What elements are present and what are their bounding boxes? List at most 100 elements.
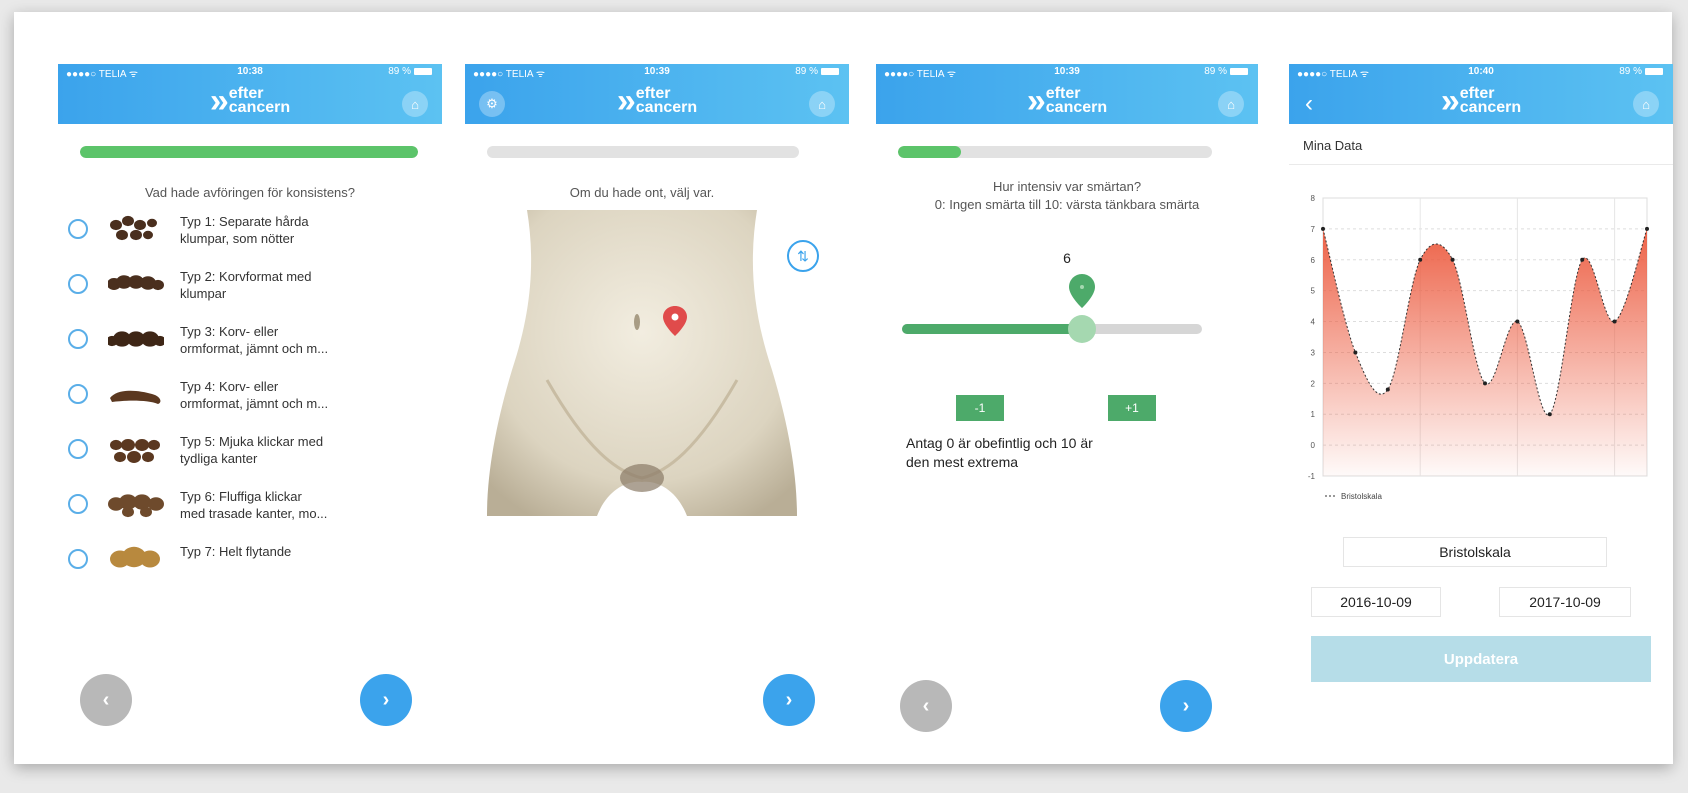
y-tick-label: -1 [1308,472,1316,481]
data-point[interactable] [1353,350,1358,355]
logo-chevrons-icon: » [616,82,636,120]
app-logo: » efter cancern [210,84,291,118]
option-type-7[interactable]: Typ 7: Helt flytande [68,539,438,589]
question-text: Vad hade avföringen för konsistens? [144,185,356,200]
option-label: Typ 1: Separate hårda klumpar, som nötter [180,213,350,247]
option-label-line1: Typ 3: Korv- eller [180,324,279,339]
home-button[interactable]: ⌂ [402,91,428,117]
y-tick-label: 1 [1311,410,1316,419]
data-point[interactable] [1515,319,1520,324]
y-tick-label: 5 [1311,287,1316,296]
status-bar: ●●●●○ TELIA ᯤ 10:39 89 % [876,66,1258,80]
screen-my-data: ●●●●○ TELIA ᯤ 10:40 89 % ‹ » efter cancer… [1289,64,1673,764]
data-point[interactable] [1483,381,1487,386]
slider-value-pin-icon [1069,274,1095,308]
y-tick-label: 6 [1311,256,1316,265]
data-point[interactable] [1580,257,1585,262]
data-point[interactable] [1612,319,1617,324]
radio-button[interactable] [68,219,88,239]
previous-button[interactable]: ‹ [80,674,132,726]
app-logo: » efter cancern [1440,82,1521,120]
option-type-4[interactable]: Typ 4: Korv- eller ormformat, jämnt och m… [68,374,438,424]
option-label-line1: Typ 1: Separate hårda [180,214,309,229]
option-label-line1: Typ 7: Helt flytande [180,544,292,559]
logo-line2: cancern [228,99,291,116]
metric-selector[interactable]: Bristolskala [1343,537,1607,567]
progress-bar [80,146,418,158]
app-header: ●●●●○ TELIA ᯤ 10:38 89 % » efter cancern … [58,64,442,124]
battery: 89 % [1619,66,1663,77]
pain-slider-handle[interactable] [1068,315,1096,343]
stool-type-6-icon [108,494,164,518]
slider-value: 6 [1063,250,1071,266]
y-tick-label: 0 [1311,441,1316,450]
note-line2: den mest extrema [906,454,1019,470]
update-button[interactable]: Uppdatera [1311,636,1651,682]
clock: 10:40 [1468,66,1494,77]
option-type-2[interactable]: Typ 2: Korvformat med klumpar [68,264,438,314]
next-button[interactable]: › [360,674,412,726]
radio-button[interactable] [68,384,88,404]
next-button[interactable]: › [763,674,815,726]
home-icon: ⌂ [818,96,826,112]
radio-button[interactable] [68,549,88,569]
chevron-left-icon: ‹ [922,694,930,717]
app-header: ●●●●○ TELIA ᯤ 10:39 89 % » efter cancern … [876,64,1258,124]
swap-view-button[interactable]: ⇅ [787,240,819,272]
battery-level: 89 % [1204,66,1227,77]
radio-button[interactable] [68,274,88,294]
radio-button[interactable] [68,329,88,349]
home-button[interactable]: ⌂ [809,91,835,117]
date-to-field[interactable]: 2017-10-09 [1499,587,1631,617]
radio-button[interactable] [68,494,88,514]
app-header: ●●●●○ TELIA ᯤ 10:40 89 % ‹ » efter cancer… [1289,64,1673,124]
option-label: Typ 3: Korv- eller ormformat, jämnt och m… [180,323,350,357]
status-bar: ●●●●○ TELIA ᯤ 10:38 89 % [58,66,442,80]
battery-level: 89 % [795,66,818,77]
option-type-6[interactable]: Typ 6: Fluffiga klickar med trasade kante… [68,484,438,534]
stool-type-2-icon [108,275,164,291]
radio-button[interactable] [68,439,88,459]
option-label-line1: Typ 6: Fluffiga klickar [180,489,302,504]
data-point[interactable] [1645,226,1649,231]
y-tick-label: 3 [1311,348,1316,357]
decrement-button[interactable]: -1 [956,395,1004,421]
option-label: Typ 5: Mjuka klickar med tydliga kanter [180,433,350,467]
body-diagram[interactable] [487,210,797,516]
data-point[interactable] [1418,257,1423,262]
home-button[interactable]: ⌂ [1633,91,1659,117]
back-button[interactable]: ‹ [1305,90,1313,118]
y-tick-label: 8 [1311,194,1316,203]
app-header: ●●●●○ TELIA ᯤ 10:39 89 % ⚙ » efter cancer… [465,64,849,124]
data-point[interactable] [1321,226,1325,231]
stool-type-1-icon [110,215,157,241]
y-tick-label: 4 [1311,318,1316,327]
home-button[interactable]: ⌂ [1218,91,1244,117]
option-label-line2: tydliga kanter [180,451,258,466]
data-point[interactable] [1385,387,1390,392]
option-type-5[interactable]: Typ 5: Mjuka klickar med tydliga kanter [68,429,438,479]
option-label: Typ 2: Korvformat med klumpar [180,268,350,302]
option-label: Typ 4: Korv- eller ormformat, jämnt och m… [180,378,350,412]
data-point[interactable] [1547,412,1552,417]
settings-button[interactable]: ⚙ [479,91,505,117]
screenshot-card: ●●●●○ TELIA ᯤ 10:38 89 % » efter cancern … [14,12,1673,764]
date-from-field[interactable]: 2016-10-09 [1311,587,1441,617]
status-bar: ●●●●○ TELIA ᯤ 10:40 89 % [1289,66,1673,80]
gear-icon: ⚙ [486,96,498,111]
home-icon: ⌂ [411,96,419,112]
previous-button[interactable]: ‹ [900,680,952,732]
logo-chevrons-icon: » [1440,82,1460,120]
pain-slider-fill [902,324,1082,334]
option-type-3[interactable]: Typ 3: Korv- eller ormformat, jämnt och m… [68,319,438,369]
option-label: Typ 7: Helt flytande [180,543,350,560]
chevron-right-icon: › [785,688,793,711]
option-type-1[interactable]: Typ 1: Separate hårda klumpar, som nötter [68,209,438,259]
next-button[interactable]: › [1160,680,1212,732]
data-point[interactable] [1450,257,1455,262]
pain-slider-track[interactable] [902,324,1202,334]
increment-button[interactable]: +1 [1108,395,1156,421]
battery: 89 % [388,66,432,77]
battery-icon [1230,67,1248,75]
option-label-line2: ormformat, jämnt och m... [180,396,329,411]
